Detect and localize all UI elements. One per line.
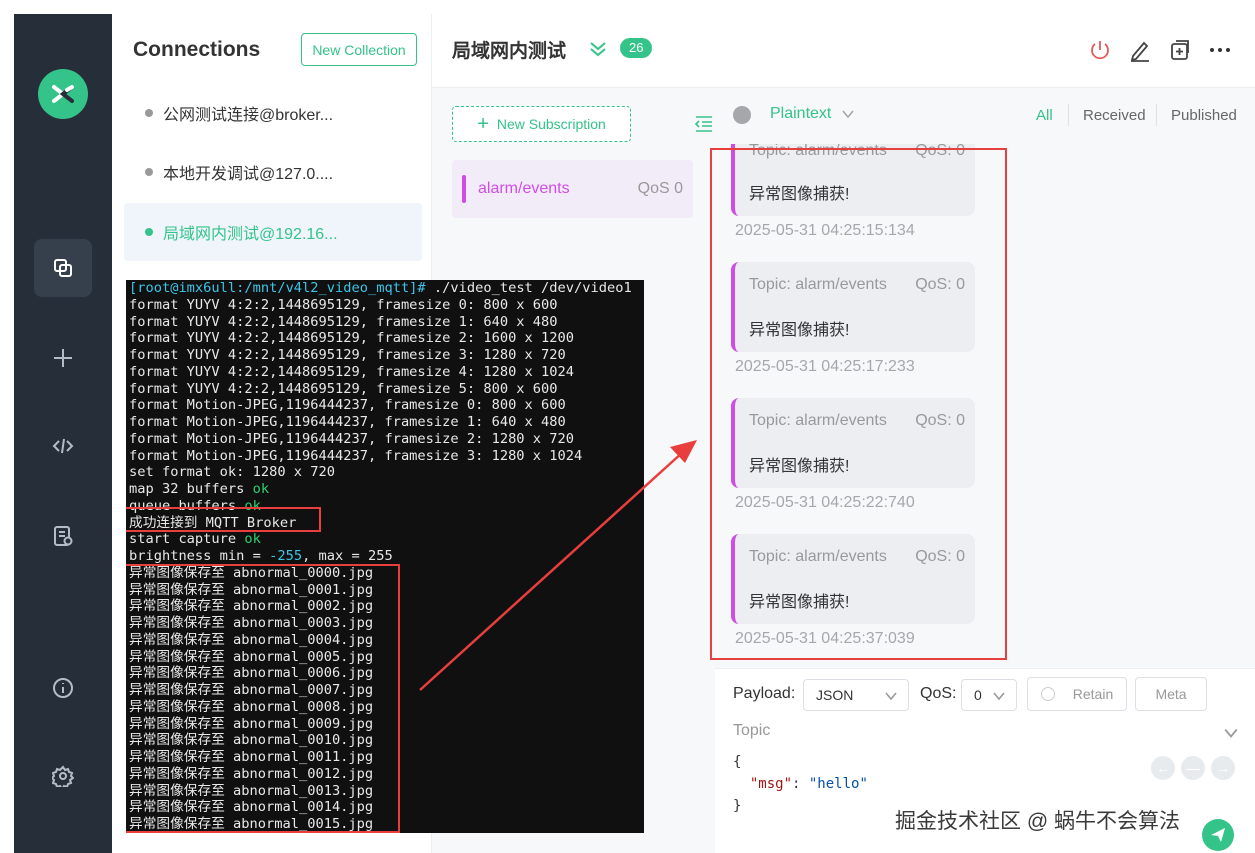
connection-item[interactable]: 本地开发调试@127.0.... [124,143,422,201]
terminal-text: , max = 255 [302,548,393,564]
connection-header: 局域网内测试 26 [432,14,1255,88]
qos-label: QoS: [920,685,957,702]
terminal-line: brightness min = -255, max = 255 [129,548,644,565]
subscription-qos: QoS 0 [637,180,683,197]
payload-format-value: JSON [816,687,854,703]
message-count-badge: 26 [620,38,653,58]
divider [1156,104,1157,126]
annotation-box-messages [710,148,1007,660]
message-composer: Payload: JSON QoS: 0 Retain Meta Topic {… [715,668,1255,853]
terminal-window: [root@imx6ull:/mnt/v4l2_video_mqtt]# ./v… [126,280,644,833]
code-icon[interactable] [34,417,92,475]
connection-item[interactable]: 公网测试连接@broker... [124,84,422,142]
connection-label: 公网测试连接@broker... [163,107,334,124]
watermark: 掘金技术社区 @ 蜗牛不会算法 [895,810,1180,833]
send-button[interactable] [1202,819,1234,851]
radio-icon [1040,687,1055,701]
next-icon[interactable]: → [1211,756,1235,780]
payload-format-select[interactable]: JSON [803,679,909,711]
terminal-text: brightness min = [129,548,270,564]
payload-editor[interactable]: { "msg": "hello" } [733,751,868,817]
edit-icon[interactable] [1128,38,1152,62]
terminal-text: map 32 buffers [129,481,253,497]
terminal-line: format Motion-JPEG,1196444237, framesize… [129,397,566,414]
terminal-ok: ok [244,531,261,548]
chevron-down-icon [885,692,897,701]
clear-icon[interactable] [733,106,751,124]
connection-title: 局域网内测试 [452,41,567,62]
terminal-line: format YUYV 4:2:2,1448695129, framesize … [129,380,558,397]
terminal-command: ./video_test /dev/video1 [425,280,632,296]
connections-title: Connections [133,38,261,61]
retain-toggle[interactable]: Retain [1027,677,1127,711]
terminal-line: [root@imx6ull:/mnt/v4l2_video_mqtt]# ./v… [129,280,644,297]
code-colon: : [792,776,809,792]
code-key: "msg" [749,776,793,792]
app-sidebar [14,14,112,853]
send-icon [1211,828,1225,842]
subscription-item[interactable]: alarm/events QoS 0 [452,160,693,218]
double-chevron-down-icon[interactable] [587,38,609,60]
status-dot-icon [145,228,153,236]
filter-all[interactable]: All [1036,107,1053,124]
payload-label: Payload: [733,685,796,702]
new-window-icon[interactable] [1168,38,1192,62]
chevron-down-icon[interactable] [841,107,855,121]
code-brace: } [733,798,742,814]
log-icon[interactable] [34,507,92,565]
terminal-line: format YUYV 4:2:2,1448695129, framesize … [129,347,566,363]
retain-label: Retain [1072,686,1114,702]
qos-select[interactable]: 0 [961,679,1017,711]
meta-button[interactable]: Meta [1135,677,1207,711]
terminal-line: map 32 buffers ok [129,481,644,498]
divider [1068,104,1069,126]
settings-icon[interactable] [34,747,92,805]
chevron-down-icon [993,692,1005,701]
terminal-line: format Motion-JPEG,1196444237, framesize… [129,447,583,464]
terminal-line: start capture ok [129,531,644,548]
topic-color-bar [462,175,466,203]
new-collection-button[interactable]: New Collection [301,33,417,66]
status-dot-icon [145,109,153,117]
annotation-box-saves [126,564,400,833]
code-brace: { [733,754,742,770]
connection-label: 局域网内测试@192.16... [163,226,338,243]
status-dot-icon [145,168,153,176]
clear-icon[interactable]: — [1181,756,1205,780]
info-icon[interactable] [34,659,92,717]
subscription-topic: alarm/events [478,180,570,197]
terminal-ok: ok [252,481,270,497]
terminal-prompt: [root@imx6ull:/mnt/v4l2_video_mqtt]# [129,280,426,296]
terminal-line: format Motion-JPEG,1196444237, framesize… [129,430,574,447]
terminal-number: -255 [269,548,303,564]
topic-input[interactable]: Topic [733,722,770,740]
mqttx-logo-icon [38,69,88,119]
terminal-line: format YUYV 4:2:2,1448695129, framesize … [129,330,574,347]
new-subscription-button[interactable]: + New Subscription [452,106,631,142]
plus-icon: + [477,113,489,135]
plus-icon[interactable] [34,329,92,387]
payload-format-select[interactable]: Plaintext [770,105,831,123]
more-icon[interactable] [1208,38,1232,62]
connection-item-active[interactable]: 局域网内测试@192.16... [124,203,422,261]
prev-icon[interactable]: ← [1151,756,1175,780]
collapse-panel-icon[interactable] [694,115,714,133]
filter-published[interactable]: Published [1171,107,1237,124]
terminal-text: start capture [129,531,245,548]
qos-value: 0 [974,687,982,703]
terminal-line: format YUYV 4:2:2,1448695129, framesize … [129,363,574,380]
connection-label: 本地开发调试@127.0.... [163,166,334,183]
terminal-line: format YUYV 4:2:2,1448695129, framesize … [129,313,558,330]
power-icon[interactable] [1088,38,1112,62]
code-value: "hello" [808,776,868,792]
filter-received[interactable]: Received [1083,107,1146,124]
message-toolbar: Plaintext All Received Published [715,88,1255,144]
terminal-line: set format ok: 1280 x 720 [129,464,336,481]
annotation-box-connect [126,507,321,532]
connections-icon[interactable] [34,239,92,297]
chevron-down-icon[interactable] [1223,725,1239,741]
terminal-line: format Motion-JPEG,1196444237, framesize… [129,414,566,430]
terminal-line: format YUYV 4:2:2,1448695129, framesize … [129,296,558,313]
new-subscription-label: New Subscription [496,116,606,132]
